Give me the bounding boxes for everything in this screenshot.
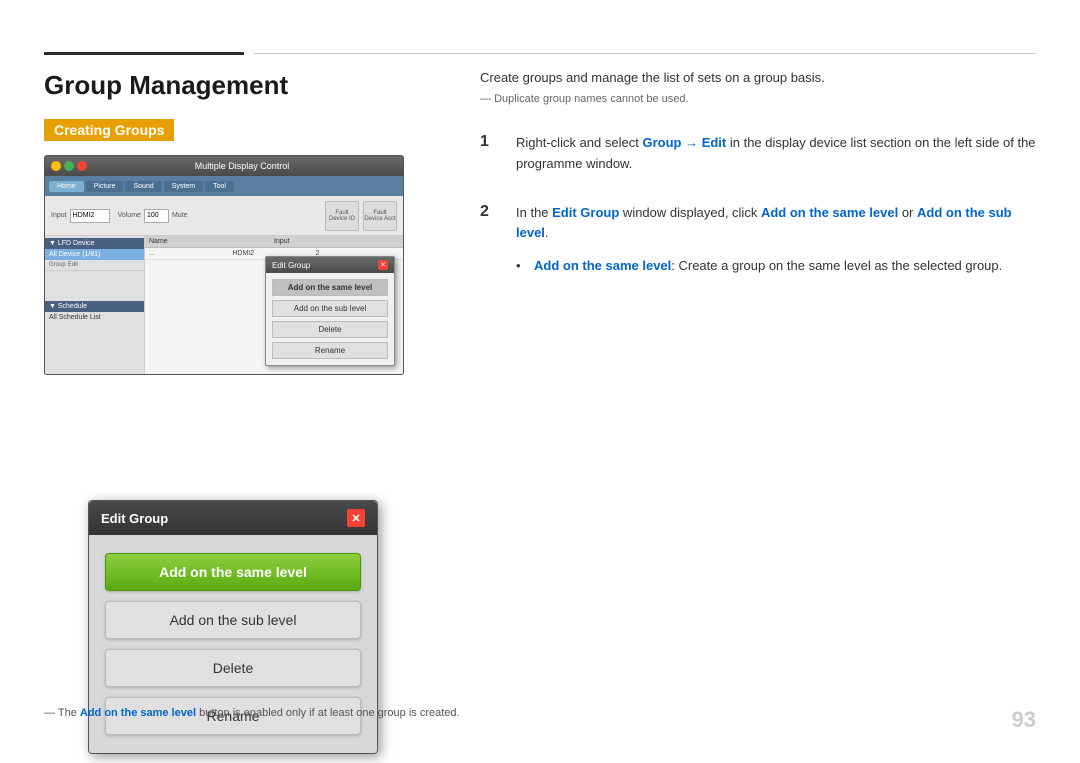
page-number: 93 — [1012, 707, 1036, 733]
ss-popup-add-sub[interactable]: Add on the sub level — [272, 300, 388, 317]
ss-sidebar: ▼ LFD Device All Device (1/81) Group Edi… — [45, 236, 145, 374]
step-1-bold-edit: Edit — [702, 135, 727, 150]
egd-add-same-level-button[interactable]: Add on the same level — [105, 553, 361, 591]
egd-title: Edit Group — [101, 511, 168, 526]
ss-sidebar-alldevice[interactable]: All Device (1/81) — [45, 249, 144, 260]
egd-body: Add on the same level Add on the sub lev… — [89, 535, 377, 753]
ss-sidebar-lfd: ▼ LFD Device — [45, 238, 144, 249]
ss-toolbar: Input Volume Mute Fault Device ID Fault … — [45, 196, 403, 236]
ss-popup-delete[interactable]: Delete — [272, 321, 388, 338]
egd-delete-button[interactable]: Delete — [105, 649, 361, 687]
ss-input-value[interactable] — [70, 209, 110, 223]
ss-popup-body: Add on the same level Add on the sub lev… — [266, 273, 394, 365]
page-title: Group Management — [44, 70, 464, 101]
egd-add-sub-level-button[interactable]: Add on the sub level — [105, 601, 361, 639]
bullet-bold-addsame: Add on the same level — [534, 258, 671, 273]
ss-minimize-btn — [51, 161, 61, 171]
step-2-bold-editgroup: Edit Group — [552, 205, 619, 220]
ss-col-input: Input — [274, 238, 399, 245]
egd-titlebar: Edit Group ✕ — [89, 501, 377, 535]
footer-note: — The Add on the same level button is en… — [44, 707, 460, 719]
bullet-item-1: • Add on the same level: Create a group … — [516, 256, 1036, 277]
ss-maximize-btn — [64, 161, 74, 171]
footer-bold: Add on the same level — [80, 707, 196, 719]
light-line — [254, 53, 1036, 54]
left-column: Group Management Creating Groups Multipl… — [44, 70, 464, 393]
ss-col-group: Group — [49, 262, 66, 268]
step-2-bold-addsame: Add on the same level — [761, 205, 898, 220]
ss-nav-sound[interactable]: Sound — [125, 181, 161, 192]
step-1-text: Right-click and select Group → Edit in t… — [516, 133, 1036, 175]
ss-col-name: Name — [149, 238, 274, 245]
ss-popup-add-same[interactable]: Add on the same level — [272, 279, 388, 296]
ss-popup-title: Edit Group — [272, 261, 310, 270]
ss-col-edit: Edit — [68, 262, 78, 268]
ss-input-field: Input — [51, 209, 110, 223]
ss-window-buttons — [51, 161, 87, 171]
ss-volume-label: Volume — [118, 212, 141, 219]
ss-sidebar-allschedule[interactable]: All Schedule List — [45, 312, 144, 323]
bullet-list: • Add on the same level: Create a group … — [516, 256, 1036, 277]
software-screenshot: Multiple Display Control Home Picture So… — [44, 155, 404, 375]
bullet-item-1-text: Add on the same level: Create a group on… — [534, 256, 1002, 277]
step-1: 1 Right-click and select Group → Edit in… — [480, 133, 1036, 175]
ss-sidebar-cols: Group Edit — [45, 260, 144, 271]
ss-edit-group-popup: Edit Group ✕ Add on the same level Add o… — [265, 256, 395, 366]
ss-nav: Home Picture Sound System Tool — [45, 176, 403, 196]
dark-line — [44, 52, 244, 55]
ss-nav-picture[interactable]: Picture — [86, 181, 124, 192]
ss-titlebar: Multiple Display Control — [45, 156, 403, 176]
ss-mute-label: Mute — [172, 212, 188, 219]
step-2-number: 2 — [480, 203, 500, 277]
step-2-text: In the Edit Group window displayed, clic… — [516, 203, 1036, 277]
step-1-arrow: → — [681, 135, 701, 150]
step-2: 2 In the Edit Group window displayed, cl… — [480, 203, 1036, 277]
ss-input-label: Input — [51, 212, 67, 219]
note-text: Duplicate group names cannot be used. — [480, 93, 1036, 105]
ss-sidebar-schedule: ▼ Schedule — [45, 301, 144, 312]
ss-fault-device-icon[interactable]: Fault Device ID — [325, 201, 359, 231]
right-column: Create groups and manage the list of set… — [480, 70, 1036, 305]
ss-main: Name Input ... HDMI2 2 Edit Group ✕ Add … — [145, 236, 403, 374]
section-badge: Creating Groups — [44, 119, 174, 141]
ss-volume-field: Volume Mute — [118, 209, 188, 223]
ss-nav-tool[interactable]: Tool — [205, 181, 234, 192]
ss-title: Multiple Display Control — [87, 161, 397, 171]
ss-fault-device2-icon[interactable]: Fault Device Acct — [363, 201, 397, 231]
ss-icon-buttons: Fault Device ID Fault Device Acct — [325, 201, 397, 231]
intro-text: Create groups and manage the list of set… — [480, 70, 1036, 85]
ss-table-header: Name Input — [145, 236, 403, 248]
ss-body: ▼ LFD Device All Device (1/81) Group Edi… — [45, 236, 403, 374]
ss-volume-value[interactable] — [144, 209, 169, 223]
ss-close-btn — [77, 161, 87, 171]
ss-popup-close-btn[interactable]: ✕ — [378, 260, 388, 270]
top-decorative-lines — [0, 52, 1080, 55]
ss-nav-system[interactable]: System — [164, 181, 203, 192]
step-1-number: 1 — [480, 133, 500, 175]
ss-cell-name: ... — [149, 250, 232, 257]
ss-nav-home[interactable]: Home — [49, 181, 84, 192]
bullet-dot: • — [516, 256, 526, 277]
ss-popup-rename[interactable]: Rename — [272, 342, 388, 359]
step-1-bold-group: Group — [642, 135, 681, 150]
egd-close-button[interactable]: ✕ — [347, 509, 365, 527]
ss-popup-titlebar: Edit Group ✕ — [266, 257, 394, 273]
